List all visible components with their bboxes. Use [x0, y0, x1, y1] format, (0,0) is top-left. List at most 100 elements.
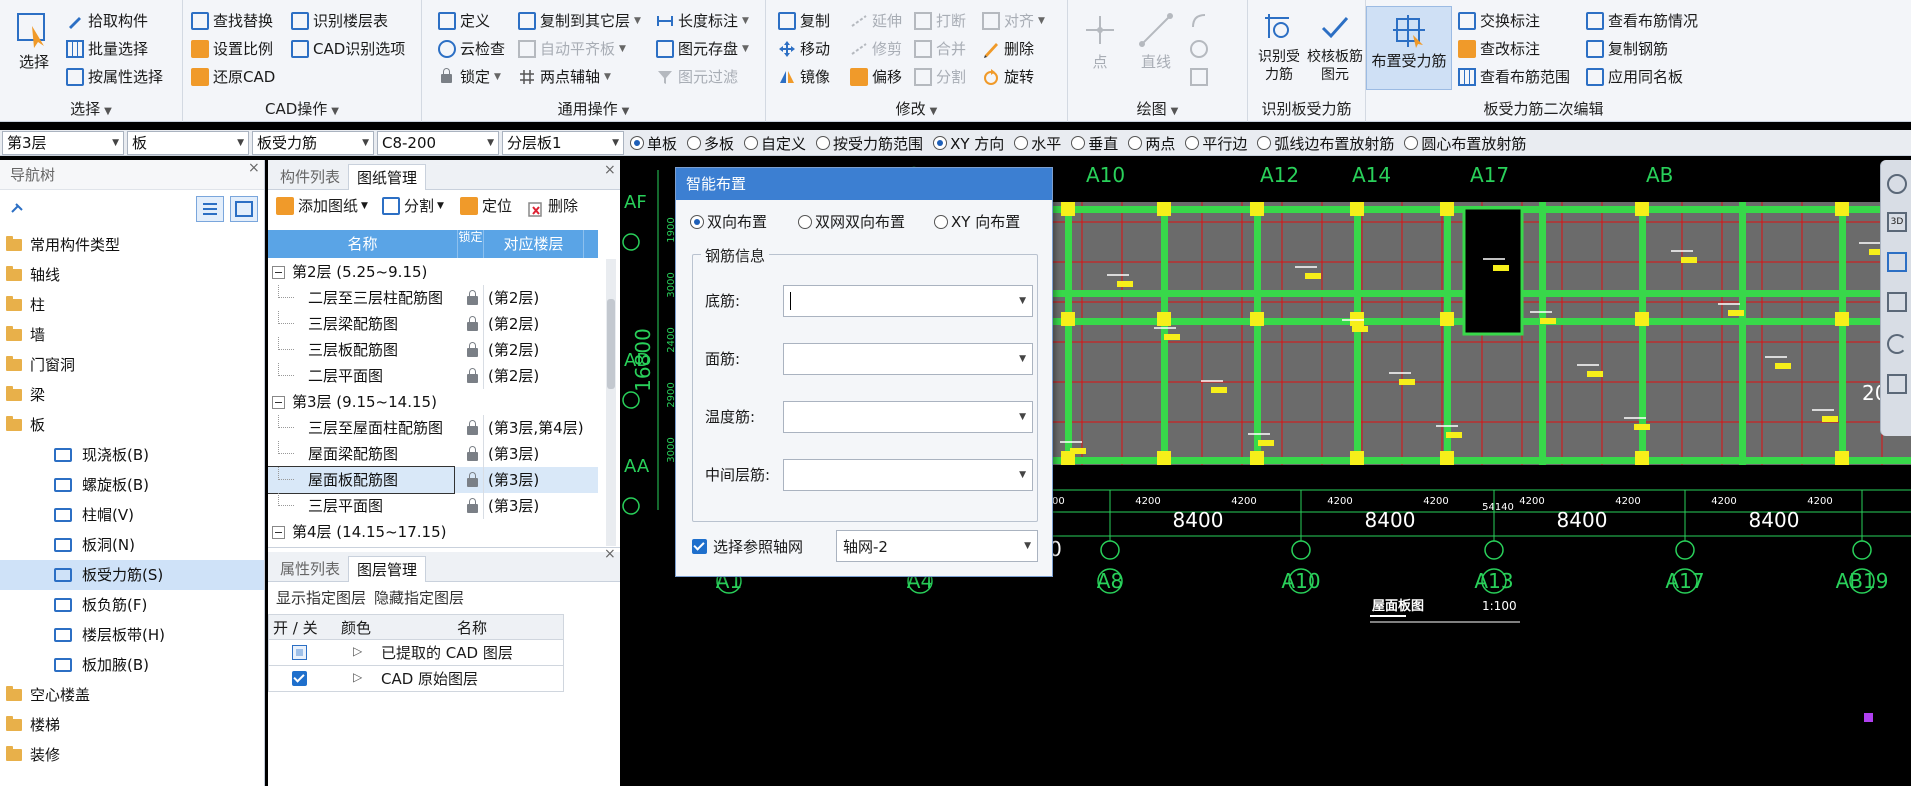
drawing-row[interactable]: 三层至屋面柱配筋图 (第3层,第4层) — [268, 415, 598, 441]
drawing-row[interactable]: 三层板配筋图 (第2层) — [268, 337, 598, 363]
zoom-all-icon[interactable] — [1887, 374, 1907, 394]
view-rebar-range-button[interactable]: 查看布筋范围 — [1458, 64, 1570, 90]
drawing-row[interactable]: 三层平面图 (第3层) — [268, 493, 598, 519]
layer-panel-close-icon[interactable]: × — [604, 546, 616, 562]
nav-category-item[interactable]: 板 — [0, 410, 264, 440]
lock-icon[interactable] — [466, 368, 478, 383]
pin-icon[interactable] — [8, 200, 26, 222]
copy-rebar-button[interactable]: 复制钢筋 — [1586, 36, 1668, 62]
expand-icon[interactable]: ▷ — [353, 670, 362, 684]
layer-row[interactable]: ▷ CAD 原始图层 — [268, 666, 564, 692]
lock-icon[interactable] — [466, 498, 478, 513]
lock-cell[interactable] — [460, 337, 484, 363]
ref-axis-check[interactable] — [692, 539, 707, 554]
drawing-row[interactable]: 二层至三层柱配筋图 (第2层) — [268, 285, 598, 311]
cloud-check-button[interactable]: 云检查 — [438, 36, 505, 62]
collapse-icon[interactable] — [272, 266, 285, 279]
nav-category-item[interactable]: 楼梯 — [0, 710, 264, 740]
check-slab-rebar-button[interactable]: 校核板筋图元 — [1306, 4, 1364, 94]
locate-button[interactable]: 定位 — [460, 190, 512, 222]
lock-icon[interactable] — [466, 420, 478, 435]
floor-select[interactable]: 第3层 ▼ — [2, 131, 124, 155]
two-point-axis-button[interactable]: 两点辅轴 ▼ — [518, 64, 611, 90]
radio-double-net[interactable]: 双网双向布置 — [798, 211, 905, 232]
nav-sub-item[interactable]: 板加腋(B) — [0, 650, 264, 680]
radio-multi-slab[interactable]: 多板 — [687, 133, 734, 154]
orbit-icon[interactable] — [1887, 174, 1907, 194]
edit-annotation-button[interactable]: 查改标注 — [1458, 36, 1540, 62]
temp-rebar-select[interactable]: ▼ — [783, 401, 1033, 433]
copy-to-other-floor-button[interactable]: 复制到其它层 ▼ — [518, 8, 641, 34]
nav-category-item[interactable]: 梁 — [0, 380, 264, 410]
radio-horizontal[interactable]: 水平 — [1014, 133, 1061, 154]
trim-button[interactable]: 修剪 — [850, 36, 902, 62]
nav-sub-item[interactable]: 板受力筋(S) — [0, 560, 264, 590]
top-view-icon[interactable] — [1887, 252, 1907, 272]
dialog-title[interactable]: 智能布置 — [676, 168, 1052, 200]
copy-button[interactable]: 复制 — [778, 8, 830, 34]
cube-view-icon[interactable] — [1887, 292, 1907, 312]
lock-cell[interactable] — [460, 285, 484, 311]
define-button[interactable]: 定义 — [438, 8, 490, 34]
swap-annotation-button[interactable]: 交换标注 — [1458, 8, 1540, 34]
radio-bidirectional[interactable]: 双向布置 — [690, 211, 767, 232]
nav-sub-item[interactable]: 板洞(N) — [0, 530, 264, 560]
tab-layer-management[interactable]: 图层管理 — [348, 556, 427, 582]
element-save-button[interactable]: 图元存盘 ▼ — [656, 36, 749, 62]
category-select[interactable]: 板 ▼ — [127, 131, 249, 155]
move-button[interactable]: 移动 — [778, 36, 830, 62]
drawing-scrollbar[interactable] — [606, 259, 616, 546]
nav-category-item[interactable]: 轴线 — [0, 260, 264, 290]
lock-icon[interactable] — [466, 446, 478, 461]
nav-close-icon[interactable]: × — [248, 160, 260, 176]
nav-category-item[interactable]: 空心楼盖 — [0, 680, 264, 710]
middle-rebar-select[interactable]: ▼ — [783, 459, 1033, 491]
split-drawing-button[interactable]: 分割 ▼ — [382, 190, 444, 222]
lock-icon[interactable] — [466, 290, 478, 305]
nav-sub-item[interactable]: 板负筋(F) — [0, 590, 264, 620]
radio-single-slab[interactable]: 单板 — [630, 133, 677, 154]
lock-button[interactable]: 锁定 ▼ — [438, 64, 501, 90]
drawing-row[interactable]: 屋面梁配筋图 (第3层) — [268, 441, 598, 467]
mirror-button[interactable]: 镜像 — [778, 64, 830, 90]
break-button[interactable]: 打断 — [914, 8, 966, 34]
drawing-row[interactable]: 二层平面图 (第2层) — [268, 363, 598, 389]
lock-icon[interactable] — [466, 316, 478, 331]
split-button[interactable]: 分割 — [914, 64, 966, 90]
top-rebar-select[interactable]: ▼ — [783, 343, 1033, 375]
nav-category-item[interactable]: 装修 — [0, 740, 264, 770]
cad-ops-group-title[interactable]: CAD操作 ▼ — [183, 98, 421, 120]
modify-group-title[interactable]: 修改 ▼ — [766, 98, 1067, 120]
nav-sub-item[interactable]: 楼层板带(H) — [0, 620, 264, 650]
drawing-group-row[interactable]: 第4层 (14.15~17.15) — [268, 519, 598, 545]
drawing-row[interactable]: 屋面板配筋图 (第3层) — [268, 466, 598, 494]
layer-select[interactable]: 分层板1 ▼ — [502, 131, 624, 155]
tab-drawing-management[interactable]: 图纸管理 — [348, 164, 427, 190]
spec-select[interactable]: C8-200 ▼ — [377, 131, 499, 155]
show-layers-link[interactable]: 显示指定图层 — [276, 582, 366, 614]
lock-cell[interactable] — [460, 363, 484, 389]
layer-row[interactable]: ▷ 已提取的 CAD 图层 — [268, 640, 564, 666]
3d-view-icon[interactable]: 3D — [1887, 212, 1907, 232]
drawing-row[interactable]: 三层梁配筋图 (第2层) — [268, 311, 598, 337]
add-drawing-button[interactable]: 添加图纸 ▼ — [276, 190, 368, 222]
drawing-group-row[interactable]: 第3层 (9.15~14.15) — [268, 389, 598, 415]
expand-icon[interactable]: ▷ — [353, 644, 362, 658]
draw-group-title[interactable]: 绘图 ▼ — [1068, 98, 1247, 120]
nav-category-item[interactable]: 常用构件类型 — [0, 230, 264, 260]
extend-button[interactable]: 延伸 — [850, 8, 902, 34]
merge-button[interactable]: 合并 — [914, 36, 966, 62]
select-by-property-button[interactable]: 按属性选择 — [66, 64, 163, 90]
select-button[interactable]: 选择 — [6, 4, 62, 94]
element-filter-button[interactable]: 图元过滤 — [656, 64, 738, 90]
cad-identify-options-button[interactable]: CAD识别选项 — [291, 36, 405, 62]
lock-cell[interactable] — [460, 493, 484, 519]
length-dimension-button[interactable]: 长度标注 ▼ — [656, 8, 749, 34]
lock-icon[interactable] — [466, 472, 478, 487]
arc-tool-button[interactable] — [1190, 8, 1212, 34]
align-button[interactable]: 对齐 ▼ — [982, 8, 1045, 34]
apply-same-slab-button[interactable]: 应用同名板 — [1586, 64, 1683, 90]
rotate-button[interactable]: 旋转 — [982, 64, 1034, 90]
tab-property-list[interactable]: 属性列表 — [272, 556, 348, 582]
batch-select-button[interactable]: 批量选择 — [66, 36, 148, 62]
